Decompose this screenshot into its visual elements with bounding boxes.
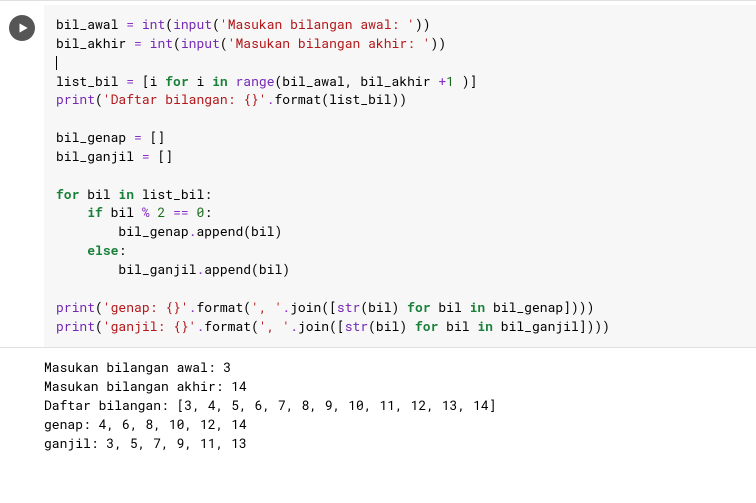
- code-line[interactable]: else:: [56, 241, 744, 260]
- output-line: genap: 4, 6, 8, 10, 12, 14: [44, 415, 744, 434]
- run-button[interactable]: [9, 15, 35, 41]
- code-line[interactable]: [56, 166, 744, 185]
- code-line[interactable]: [56, 53, 744, 72]
- code-line[interactable]: [56, 279, 744, 298]
- output-line: Masukan bilangan akhir: 14: [44, 377, 744, 396]
- output-line: Masukan bilangan awal: 3: [44, 358, 744, 377]
- code-line[interactable]: bil_akhir = int(input('Masukan bilangan …: [56, 34, 744, 53]
- play-icon: [16, 21, 30, 35]
- code-line[interactable]: [56, 109, 744, 128]
- code-line[interactable]: for bil in list_bil:: [56, 185, 744, 204]
- code-line[interactable]: list_bil = [i for i in range(bil_awal, b…: [56, 72, 744, 91]
- cell-output: Masukan bilangan awal: 3Masukan bilangan…: [0, 348, 756, 466]
- code-editor[interactable]: bil_awal = int(input('Masukan bilangan a…: [44, 5, 756, 347]
- output-line: ganjil: 3, 5, 7, 9, 11, 13: [44, 434, 744, 453]
- code-line[interactable]: bil_genap.append(bil): [56, 222, 744, 241]
- code-line[interactable]: print('Daftar bilangan: {}'.format(list_…: [56, 90, 744, 109]
- code-cell: bil_awal = int(input('Masukan bilangan a…: [0, 0, 756, 348]
- code-line[interactable]: bil_awal = int(input('Masukan bilangan a…: [56, 15, 744, 34]
- output-line: Daftar bilangan: [3, 4, 5, 6, 7, 8, 9, 1…: [44, 396, 744, 415]
- code-line[interactable]: if bil % 2 == 0:: [56, 203, 744, 222]
- cell-gutter: [0, 5, 44, 347]
- code-line[interactable]: bil_genap = []: [56, 128, 744, 147]
- code-line[interactable]: print('genap: {}'.format(', '.join([str(…: [56, 298, 744, 317]
- code-line[interactable]: bil_ganjil.append(bil): [56, 260, 744, 279]
- code-line[interactable]: bil_ganjil = []: [56, 147, 744, 166]
- code-line[interactable]: print('ganjil: {}'.format(', '.join([str…: [56, 317, 744, 336]
